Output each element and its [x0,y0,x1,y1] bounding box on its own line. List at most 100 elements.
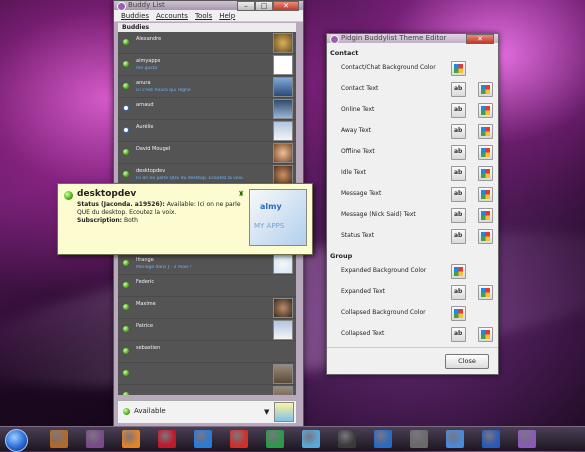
color-button[interactable] [478,145,493,160]
theme-editor-titlebar[interactable]: Pidgin Buddylist Theme Editor ✕ [327,34,498,44]
save-icon[interactable] [374,430,392,448]
buddy-name: Federic [136,279,155,285]
font-icon: ab [454,288,463,295]
buddy-row[interactable]: anura ici c'est Anura qui règne [118,76,296,98]
menu-accounts[interactable]: Accounts [156,12,188,20]
color-button[interactable] [478,285,493,300]
color-button[interactable] [478,187,493,202]
buddy-row[interactable]: Maxime [118,297,296,319]
close-dialog-button[interactable]: Close [445,354,489,369]
buddy-row[interactable] [118,363,296,385]
buddy-row[interactable]: Aurélie [118,120,296,142]
color-button[interactable] [451,264,466,279]
group-header[interactable]: Buddies [118,23,296,32]
ie-icon[interactable] [194,430,212,448]
buddy-row[interactable]: David Mougel [118,142,296,164]
theme-editor-body: Contact Contact/Chat Background Color Cont… [327,44,498,374]
firefox-icon[interactable] [122,430,140,448]
buddy-row[interactable]: sebastien [118,341,296,363]
font-button[interactable]: ab [451,208,466,223]
buddy-tooltip: desktopdev ♜ Status (Jaconda. a19526): A… [57,183,313,255]
buddy-name: almyapps [136,58,161,64]
color-button[interactable] [478,103,493,118]
maximize-button[interactable]: □ [255,1,273,11]
available-icon [123,171,129,177]
buddy-row[interactable]: Patrice [118,319,296,341]
status-selector[interactable]: Available ▼ [118,400,296,423]
available-icon [123,149,129,155]
font-button[interactable]: ab [451,145,466,160]
m-icon[interactable] [158,430,176,448]
font-button[interactable]: ab [451,82,466,97]
buddy-name: Alexandre [136,36,162,42]
tooltip-subscription-label: Subscription: [77,217,123,224]
menu-tools[interactable]: Tools [195,12,212,20]
theme-row: Message Text ab [327,187,498,202]
buddy-row[interactable]: arnaud [118,98,296,120]
color-button[interactable] [478,208,493,223]
chat-icon[interactable] [446,430,464,448]
color-button[interactable] [451,306,466,321]
theme-row: Collapsed Background Color [327,306,498,321]
theme-row-label: Idle Text [341,169,366,176]
theme-row-label: Contact/Chat Background Color [341,64,436,71]
chrome-icon[interactable] [230,430,248,448]
color-button[interactable] [478,82,493,97]
color-button[interactable] [478,229,493,244]
notes-icon[interactable] [410,430,428,448]
buddy-avatar [273,121,293,141]
available-icon [123,260,129,266]
buddy-icon-button[interactable] [274,402,294,422]
buddy-row[interactable]: Alexandre [118,32,296,54]
color-button[interactable] [451,61,466,76]
font-button[interactable]: ab [451,285,466,300]
font-button[interactable]: ab [451,187,466,202]
away-icon [123,105,129,111]
theme-row-label: Status Text [341,232,375,239]
a-icon[interactable] [302,430,320,448]
buddy-name: David Mougel [136,146,171,152]
color-button[interactable] [478,166,493,181]
menu-help[interactable]: Help [219,12,235,20]
dropdown-arrow-icon[interactable]: ▼ [264,408,269,416]
font-button[interactable]: ab [451,166,466,181]
font-icon: ab [454,148,463,155]
buddy-row[interactable]: Ifrange Mariage dans J - 2 mois ! [118,253,296,275]
theme-row-label: Collapsed Background Color [341,309,426,316]
close-button[interactable]: ✕ [466,34,494,44]
buddy-row[interactable]: almyapps me gusta [118,54,296,76]
theme-row-label: Collapsed Text [341,330,385,337]
buddy-name: anura [136,80,151,86]
buddy-avatar [273,55,293,75]
buddy-status: Ici on ne parle QUE du desktop. Ecoutez … [136,176,244,181]
theme-row: Status Text ab [327,229,498,244]
buddy-row[interactable]: Federic [118,275,296,297]
start-button[interactable] [5,429,28,452]
buddy-avatar [273,386,293,395]
menu-buddies[interactable]: Buddies [121,12,149,20]
font-button[interactable]: ab [451,103,466,118]
font-button[interactable]: ab [451,327,466,342]
buddy-row[interactable] [118,385,296,395]
close-button[interactable]: ✕ [273,1,299,11]
pidgin-icon[interactable] [518,430,536,448]
font-button[interactable]: ab [451,124,466,139]
color-palette-icon [454,309,463,318]
available-icon [64,191,73,200]
color-button[interactable] [478,124,493,139]
available-icon [123,282,129,288]
menu-bar: Buddies Accounts Tools Help [114,10,303,22]
window-icon[interactable] [338,430,356,448]
minimize-button[interactable]: – [237,1,255,11]
color-palette-icon [481,190,490,199]
screen-icon[interactable] [86,430,104,448]
cube-icon[interactable] [482,430,500,448]
tooltip-subscription: Subscription: Both [77,217,247,225]
buddy-list-titlebar[interactable]: Buddy List – □ ✕ [114,1,303,11]
pidgin-icon [330,35,339,44]
font-button[interactable]: ab [451,229,466,244]
theme-row-label: Expanded Background Color [341,267,427,274]
color-button[interactable] [478,327,493,342]
grid-icon[interactable] [266,430,284,448]
briefcase-icon[interactable] [50,430,68,448]
